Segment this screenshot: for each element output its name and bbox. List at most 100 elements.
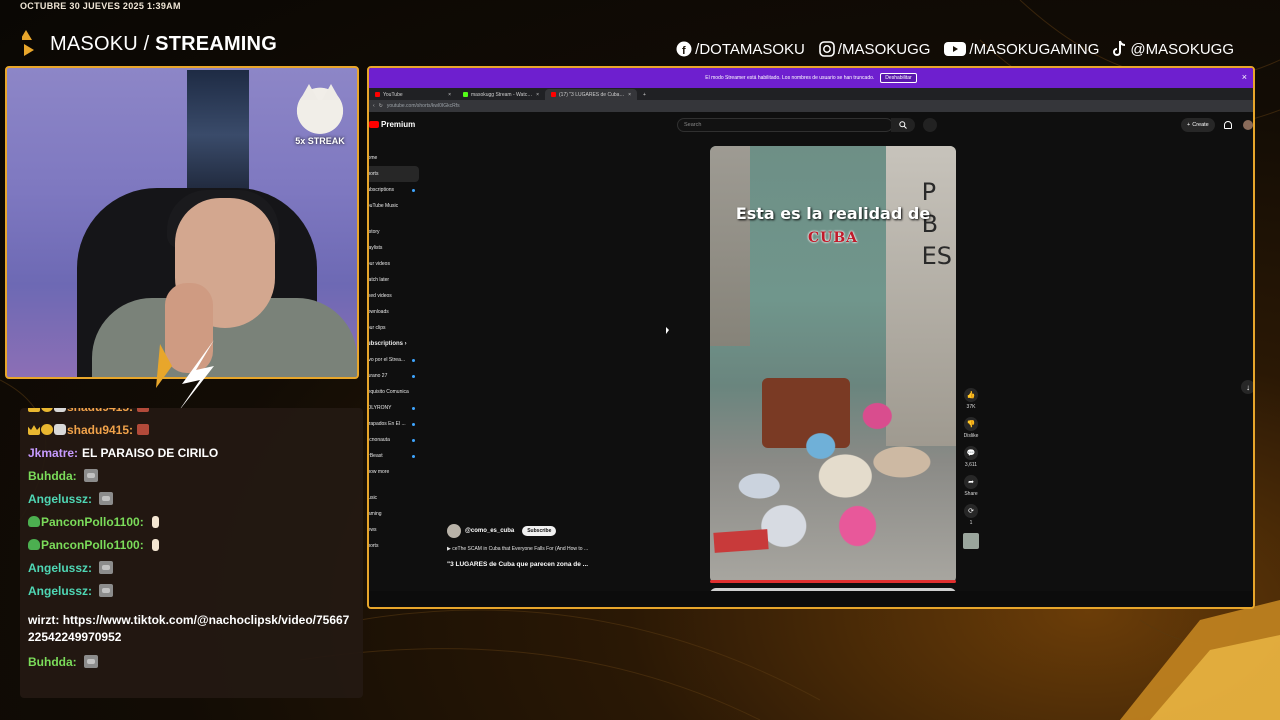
sidebar-item[interactable]: Playlists (369, 240, 421, 256)
sidebar-item[interactable]: YouTube Music (369, 198, 421, 214)
url-text[interactable]: youtube.com/shorts/kwl0IGkcRfs (387, 103, 460, 109)
search-input[interactable]: Search (677, 118, 893, 132)
sidebar-item[interactable]: Music (369, 490, 421, 506)
dislike-button[interactable]: 👎 Dislike (961, 417, 981, 439)
sidebar-subscription[interactable]: Tecnonauta (369, 432, 421, 448)
tab-short-video[interactable]: (17) "3 LUGARES de Cuba q... × (545, 89, 637, 100)
social-youtube: /MASOKUGAMING (944, 41, 1099, 58)
tab-youtube[interactable]: YouTube × (369, 89, 457, 100)
gift-emote-icon (137, 408, 150, 412)
sidebar-subscription[interactable]: Requisito Comunica (369, 384, 421, 400)
video-progress-bar[interactable] (710, 580, 956, 583)
like-button[interactable]: 👍 37K (961, 388, 981, 410)
comment-icon: 💬 (964, 446, 978, 460)
chat-username[interactable]: Buhdda: (28, 654, 77, 670)
youtube-logo[interactable]: Premium (369, 120, 415, 129)
new-content-dot-icon (412, 188, 415, 192)
sidebar-item[interactable]: Watch later (369, 272, 421, 288)
tab-strip: YouTube× masokugg Stream - Watch Live× (… (369, 88, 1253, 100)
disable-streamer-button[interactable]: Deshabilitar (880, 73, 917, 83)
chat-username[interactable]: PanconPollo1100: (41, 514, 144, 530)
emote-icon (83, 655, 98, 668)
badge-mask-icon (54, 408, 66, 412)
brand-title: MASOKU / STREAMING (50, 32, 277, 55)
sidebar-item[interactable]: Downloads (369, 304, 421, 320)
video-wall-left (710, 146, 750, 346)
badge-hat-icon (28, 516, 40, 527)
mouse-cursor-icon (666, 327, 669, 334)
emote-icon (99, 561, 114, 574)
sidebar-item[interactable]: Home (369, 150, 421, 166)
next-short-button[interactable]: ↓ (1241, 380, 1253, 394)
reload-icon[interactable]: ↻ (379, 103, 383, 109)
sidebar-item[interactable]: Your videos (369, 256, 421, 272)
tab-close-icon[interactable]: × (448, 92, 451, 98)
sound-thumbnail[interactable] (963, 533, 979, 549)
back-icon[interactable]: ‹ (373, 103, 375, 109)
sidebar-item[interactable]: Shorts (369, 166, 419, 182)
chat-link[interactable]: https://www.tiktok.com/@nachoclipsk/vide… (28, 613, 349, 644)
sidebar-subscription[interactable]: Show more (369, 464, 421, 480)
kick-favicon-icon (463, 92, 468, 97)
chat-panel: shadu9415: shadu9415: Jkmatre: EL PARAISO D… (20, 408, 363, 698)
tab-close-icon[interactable]: × (628, 92, 631, 98)
remix-button[interactable]: ⟳ 1 (961, 504, 981, 526)
chat-username[interactable]: Angelussz: (28, 583, 92, 599)
streak-text: 5x STREAK (295, 136, 345, 146)
close-icon[interactable]: × (1242, 72, 1247, 82)
related-video-link[interactable]: ▶ ceThe SCAM in Cuba that Everyone Falls… (447, 546, 588, 552)
sidebar-item[interactable]: Gaming (369, 506, 421, 522)
channel-name[interactable]: @como_es_cuba (465, 528, 514, 534)
comments-button[interactable]: 💬 3,611 (961, 446, 981, 468)
chat-username[interactable]: shadu9415: (67, 422, 133, 438)
sidebar-item[interactable]: News (369, 522, 421, 538)
chat-message: Angelussz: (28, 579, 355, 602)
brand-triangle-icon (22, 30, 34, 56)
streamer-mode-banner: El modo Streamer está habilitado. Los no… (369, 68, 1253, 88)
sidebar-subscription[interactable]: Atrapados En El ... (369, 416, 421, 432)
sidebar-subscription[interactable]: Vivo por el Strea... (369, 352, 421, 368)
share-button[interactable]: ➦ Share (961, 475, 981, 497)
mic-icon[interactable] (923, 118, 937, 132)
channel-avatar[interactable] (447, 524, 461, 538)
new-content-dot-icon (412, 438, 415, 442)
chat-username[interactable]: Angelussz: (28, 560, 92, 576)
sidebar-subscription[interactable]: Durano 27 (369, 368, 421, 384)
badge-crown-icon (28, 425, 40, 435)
tab-close-icon[interactable]: × (536, 92, 539, 98)
notifications-icon[interactable] (1224, 121, 1232, 129)
tab-kick-stream[interactable]: masokugg Stream - Watch Live× (457, 89, 545, 100)
sidebar-item[interactable]: Sports (369, 538, 421, 554)
sidebar-section-subscriptions[interactable]: Subscriptions › (369, 336, 421, 352)
search-button[interactable] (891, 118, 915, 132)
new-content-dot-icon (412, 406, 415, 410)
chat-username[interactable]: Jkmatre: (28, 445, 78, 461)
create-button[interactable]: + Create (1181, 118, 1215, 132)
youtube-logo-icon (369, 121, 379, 128)
emote-icon (83, 469, 98, 482)
chat-message: Buhdda: (28, 650, 355, 673)
sidebar-item[interactable]: Subscriptions (369, 182, 421, 198)
sidebar-item[interactable]: History (369, 224, 421, 240)
social-facebook: f /DOTAMASOKU (676, 41, 805, 58)
short-video-player[interactable]: P B ES Esta es la realidad de CUBA (710, 146, 956, 583)
sidebar-subscription[interactable]: POLYRONY (369, 400, 421, 416)
sidebar-item[interactable]: Your clips (369, 320, 421, 336)
subscribe-button[interactable]: Subscribe (522, 526, 557, 536)
new-content-dot-icon (412, 358, 415, 362)
chat-username[interactable]: shadu9415: (67, 408, 133, 415)
search-icon (899, 121, 907, 129)
new-tab-icon[interactable]: + (643, 92, 646, 98)
chat-username[interactable]: Buhdda: (28, 468, 77, 484)
badge-crown-icon (28, 408, 40, 412)
video-title[interactable]: "3 LUGARES de Cuba que parecen zona de .… (447, 561, 588, 568)
chat-username[interactable]: Angelussz: (28, 491, 92, 507)
badge-one-icon (41, 424, 53, 435)
chat-username[interactable]: wirzt: (28, 613, 59, 627)
chat-username[interactable]: PanconPollo1100: (41, 537, 144, 553)
sidebar-subscription[interactable]: MrBeast (369, 448, 421, 464)
address-bar[interactable]: ‹ ↻ youtube.com/shorts/kwl0IGkcRfs (369, 100, 1253, 112)
social-links: f /DOTAMASOKU /MASOKUGG /MASOKUGAMING @M… (676, 40, 1234, 58)
avatar[interactable] (1243, 120, 1253, 130)
sidebar-item[interactable]: Liked videos (369, 288, 421, 304)
